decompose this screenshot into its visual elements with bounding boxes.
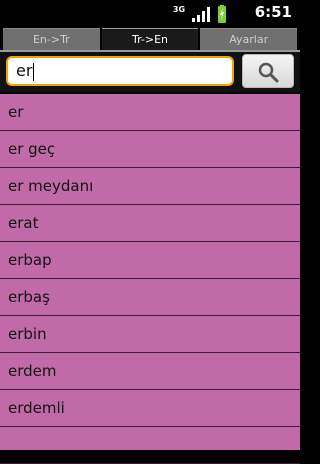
list-item[interactable]: erbin bbox=[0, 316, 300, 353]
battery-charging-icon bbox=[218, 5, 226, 23]
tab-tr-en[interactable]: Tr->En bbox=[101, 28, 199, 50]
list-item[interactable]: erat bbox=[0, 205, 300, 242]
results-list: er er geç er meydanı erat erbap erbaş er… bbox=[0, 94, 300, 464]
list-item[interactable]: erbaş bbox=[0, 279, 300, 316]
list-item[interactable]: erdemli bbox=[0, 390, 300, 427]
list-item[interactable]: er geç bbox=[0, 131, 300, 168]
network-label: 3G bbox=[172, 5, 186, 14]
tab-settings[interactable]: Ayarlar bbox=[200, 28, 298, 50]
search-button[interactable] bbox=[242, 54, 294, 88]
search-icon bbox=[258, 62, 279, 83]
search-input-value: er bbox=[16, 61, 33, 80]
list-item[interactable]: er meydanı bbox=[0, 168, 300, 205]
list-item[interactable]: erdem bbox=[0, 353, 300, 390]
network-3g-icon: 3G bbox=[172, 6, 186, 22]
text-cursor bbox=[33, 62, 35, 81]
tab-bar: En->Tr Tr->En Ayarlar bbox=[3, 28, 298, 50]
clock-time: 6:51 bbox=[254, 3, 292, 21]
signal-icon bbox=[192, 7, 210, 22]
status-bar: 3G 6:51 bbox=[0, 0, 300, 26]
list-item[interactable]: er bbox=[0, 94, 300, 131]
search-input[interactable]: er bbox=[6, 56, 234, 86]
list-item[interactable]: erbap bbox=[0, 242, 300, 279]
search-bar: er bbox=[0, 52, 300, 92]
status-icons: 3G bbox=[172, 5, 228, 23]
list-item[interactable] bbox=[0, 427, 300, 464]
tab-en-tr[interactable]: En->Tr bbox=[3, 28, 100, 50]
